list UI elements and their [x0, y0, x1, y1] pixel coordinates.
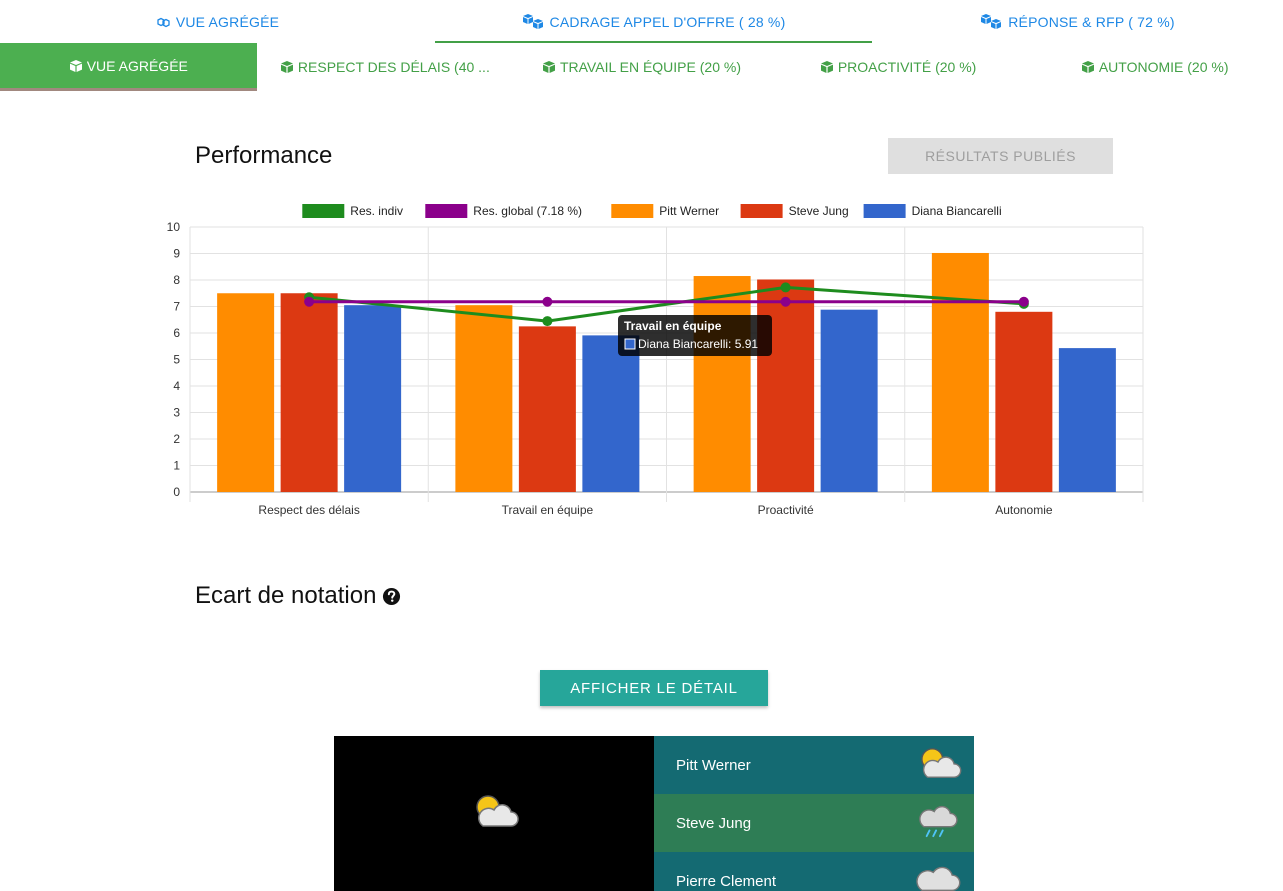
- cloud-icon: [914, 862, 962, 891]
- bar: [582, 335, 640, 492]
- show-detail-button[interactable]: AFFICHER LE DÉTAIL: [540, 670, 768, 706]
- cubes-icon: [980, 13, 1002, 31]
- data-point: [304, 296, 315, 307]
- bar: [757, 279, 815, 492]
- evaluator-name: Pierre Clement: [676, 872, 777, 890]
- legend-label: Res. global (7.18 %): [473, 204, 582, 218]
- legend-label: Steve Jung: [789, 204, 849, 218]
- y-tick-label: 0: [173, 485, 180, 499]
- data-point: [1018, 296, 1029, 307]
- tab-label: CADRAGE APPEL D'OFFRE ( 28 %): [549, 13, 786, 30]
- subtab-label: TRAVAIL EN ÉQUIPE (20 %): [559, 59, 741, 75]
- data-point: [542, 296, 553, 307]
- bar: [455, 305, 513, 492]
- subtab-vue-agregee[interactable]: VUE AGRÉGÉE: [0, 43, 257, 91]
- tooltip-swatch: [624, 338, 636, 350]
- tab-reponse-rfp[interactable]: RÉPONSE & RFP ( 72 %): [872, 0, 1283, 43]
- data-point: [542, 316, 553, 327]
- y-tick-label: 10: [167, 220, 181, 234]
- legend-swatch: [302, 204, 345, 218]
- tooltip-label: Diana Biancarelli: 5.91: [638, 337, 758, 351]
- top-tabs: VUE AGRÉGÉE CADRAGE APPEL D'OFFRE ( 28 %…: [0, 0, 1283, 43]
- legend-swatch: [611, 204, 654, 218]
- weather-summary-panel: [334, 736, 654, 891]
- sun-behind-cloud-icon: [469, 793, 519, 834]
- bar: [931, 252, 989, 492]
- subtab-respect-delais[interactable]: RESPECT DES DÉLAIS (40 ...: [257, 43, 514, 91]
- bar: [217, 293, 275, 492]
- subtab-proactivite[interactable]: PROACTIVITÉ (20 %): [770, 43, 1027, 91]
- y-tick-label: 7: [173, 300, 180, 314]
- weather-list: Pitt Werner Steve Jung Pierre Clement: [654, 736, 974, 891]
- tooltip-title: Travail en équipe: [624, 319, 722, 333]
- data-point: [780, 282, 791, 293]
- bar: [820, 309, 878, 492]
- bar: [344, 305, 402, 492]
- y-tick-label: 8: [173, 273, 180, 287]
- tab-vue-agregee[interactable]: VUE AGRÉGÉE: [0, 0, 435, 43]
- cubes-icon: [156, 14, 170, 29]
- bar: [1058, 348, 1116, 492]
- list-item[interactable]: Pitt Werner: [654, 736, 974, 794]
- subtab-label: AUTONOMIE (20 %): [1098, 59, 1229, 75]
- list-item[interactable]: Pierre Clement: [654, 852, 974, 891]
- y-tick-label: 1: [173, 459, 180, 473]
- legend-label: Pitt Werner: [659, 204, 719, 218]
- y-tick-label: 9: [173, 247, 180, 261]
- y-tick-label: 4: [173, 379, 180, 393]
- ecart-title-wrap: Ecart de notation: [195, 582, 401, 610]
- tab-label: VUE AGRÉGÉE: [175, 13, 280, 30]
- rain-cloud-icon: [914, 804, 962, 842]
- legend-swatch: [863, 204, 906, 218]
- legend-label: Res. indiv: [350, 204, 403, 218]
- x-tick-label: Respect des délais: [258, 503, 359, 517]
- data-point: [780, 296, 791, 307]
- cube-icon: [1081, 60, 1095, 74]
- bar: [693, 276, 751, 492]
- legend-swatch: [425, 204, 468, 218]
- sub-tabs: VUE AGRÉGÉE RESPECT DES DÉLAIS (40 ... T…: [0, 43, 1283, 91]
- published-results-button[interactable]: RÉSULTATS PUBLIÉS: [888, 138, 1113, 174]
- ecart-title: Ecart de notation: [195, 582, 377, 609]
- cube-icon: [280, 60, 294, 74]
- y-tick-label: 6: [173, 326, 180, 340]
- performance-title: Performance: [195, 142, 333, 169]
- tab-cadrage-appel-offre[interactable]: CADRAGE APPEL D'OFFRE ( 28 %): [435, 0, 872, 43]
- bar: [518, 326, 576, 492]
- subtab-travail-equipe[interactable]: TRAVAIL EN ÉQUIPE (20 %): [513, 43, 770, 91]
- subtab-label: VUE AGRÉGÉE: [86, 57, 188, 74]
- y-tick-label: 3: [173, 406, 180, 420]
- subtab-label: RESPECT DES DÉLAIS (40 ...: [297, 59, 490, 75]
- cube-icon: [542, 60, 556, 74]
- x-tick-label: Travail en équipe: [502, 503, 594, 517]
- x-tick-label: Autonomie: [995, 503, 1053, 517]
- cube-icon: [69, 59, 83, 73]
- evaluator-name: Steve Jung: [676, 814, 752, 832]
- bar: [280, 293, 338, 492]
- cube-icon: [820, 60, 834, 74]
- list-item[interactable]: Steve Jung: [654, 794, 974, 852]
- subtab-autonomie[interactable]: AUTONOMIE (20 %): [1026, 43, 1283, 91]
- performance-chart: 0 1 2 3 4 5 6 7 8 9 10 Respect des délais Travail en…: [167, 204, 1144, 517]
- subtab-label: PROACTIVITÉ (20 %): [837, 59, 977, 75]
- cubes-icon: [522, 13, 544, 31]
- legend-label: Diana Biancarelli: [912, 204, 1002, 218]
- evaluator-name: Pitt Werner: [676, 756, 751, 774]
- bar: [995, 311, 1053, 492]
- legend-swatch: [740, 204, 783, 218]
- y-tick-label: 5: [173, 353, 180, 367]
- question-circle-icon[interactable]: [382, 587, 401, 606]
- tab-label: RÉPONSE & RFP ( 72 %): [1008, 13, 1175, 30]
- x-tick-label: Proactivité: [758, 503, 814, 517]
- y-tick-label: 2: [173, 432, 180, 446]
- sun-behind-cloud-icon: [914, 746, 962, 784]
